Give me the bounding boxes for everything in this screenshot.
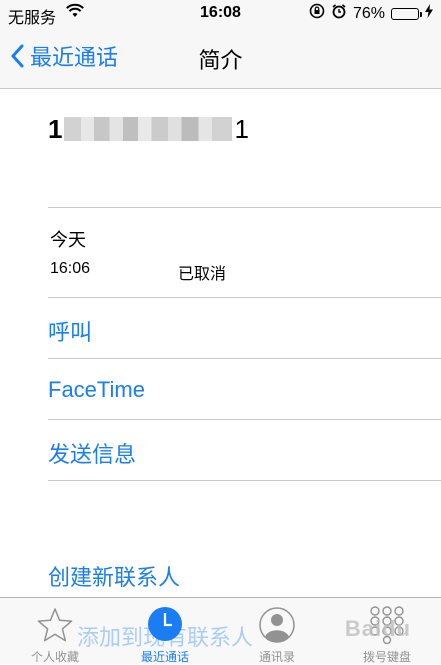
tab-label: 拨号键盘 xyxy=(362,650,411,664)
number-prefix: 1 xyxy=(48,113,63,144)
divider xyxy=(48,207,441,208)
battery-percent: 76% xyxy=(352,4,385,22)
person-icon xyxy=(258,606,296,649)
call-time: 16:06 xyxy=(50,260,91,277)
star-icon xyxy=(36,606,74,649)
status-right: 76% xyxy=(309,3,433,24)
add-to-existing-contact-button[interactable]: 添加到现有联系人 xyxy=(77,620,253,652)
number-redaction xyxy=(64,117,233,141)
rotation-lock-icon xyxy=(309,3,325,24)
divider xyxy=(48,480,441,481)
call-status: 已取消 xyxy=(178,266,227,283)
navigation-bar: 最近通话 简介 xyxy=(0,28,441,89)
contact-number: 1 1 xyxy=(48,112,249,146)
facetime-button[interactable]: FaceTime xyxy=(48,377,145,403)
divider xyxy=(48,297,441,298)
page-title: 简介 xyxy=(198,48,243,73)
number-suffix: 1 xyxy=(234,113,249,144)
send-message-button[interactable]: 发送信息 xyxy=(48,437,136,469)
battery-icon xyxy=(391,7,422,20)
status-bar: 无服务 16:08 76% xyxy=(0,0,441,28)
divider xyxy=(48,358,441,359)
charging-icon xyxy=(425,4,433,23)
call-date: 今天 xyxy=(50,230,86,250)
call-button[interactable]: 呼叫 xyxy=(48,315,92,347)
create-contact-button[interactable]: 创建新联系人 xyxy=(48,560,180,592)
watermark: Baidu xyxy=(344,616,411,641)
divider xyxy=(48,419,441,420)
alarm-icon xyxy=(331,3,347,24)
